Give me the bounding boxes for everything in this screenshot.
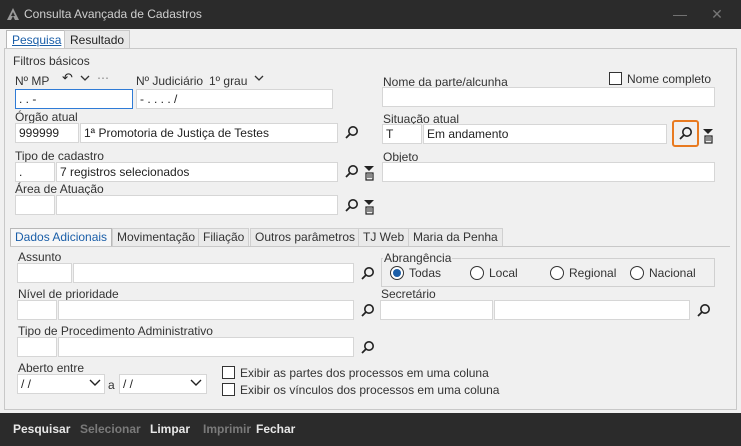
close-icon[interactable]: ✕ — [706, 4, 728, 24]
tab-pesquisa[interactable]: Pesquisa — [6, 30, 68, 49]
aberto-from-value: / / — [21, 377, 32, 391]
tab-resultado-label: Resultado — [70, 33, 125, 47]
bottom-toolbar: Pesquisar Selecionar Limpar Imprimir Fec… — [0, 413, 741, 446]
fechar-button[interactable]: Fechar — [256, 422, 295, 436]
assunto-search-icon[interactable] — [360, 266, 376, 282]
subtab-movimentacao[interactable]: Movimentação — [112, 228, 201, 246]
subtab-tj-web[interactable]: TJ Web — [358, 228, 410, 246]
assunto-label: Assunto — [18, 250, 62, 264]
aberto-sep-label: a — [108, 378, 115, 392]
tipo-cadastro-label: Tipo de cadastro — [15, 149, 104, 163]
aberto-to-value: / / — [123, 377, 134, 391]
radio-todas[interactable] — [390, 266, 404, 280]
radio-regional-label: Regional — [569, 266, 617, 280]
radio-regional[interactable] — [550, 266, 564, 280]
imprimir-button[interactable]: Imprimir — [203, 422, 251, 436]
aberto-from-chevron-down-icon[interactable] — [89, 379, 101, 387]
procedimento-code-input[interactable] — [17, 337, 57, 357]
radio-todas-label: Todas — [409, 266, 442, 280]
orgao-code-input[interactable]: 999999 — [15, 123, 79, 143]
judiciario-input[interactable]: - . . . . / — [136, 89, 333, 109]
sub-tabs: Dados Adicionais Movimentação Filiação O… — [10, 228, 730, 246]
aberto-label: Aberto entre — [18, 361, 85, 375]
aberto-to-chevron-down-icon[interactable] — [190, 379, 202, 387]
situacao-filter-icon[interactable] — [702, 128, 714, 144]
secretario-name-input[interactable] — [494, 300, 690, 320]
radio-nacional[interactable] — [630, 266, 644, 280]
radio-nacional-label: Nacional — [649, 266, 696, 280]
secretario-label: Secretário — [381, 287, 436, 301]
objeto-input[interactable] — [382, 162, 715, 182]
chevron-down-icon[interactable] — [80, 74, 90, 82]
assunto-code-input[interactable] — [17, 263, 72, 283]
prioridade-code-input[interactable] — [17, 300, 57, 320]
exibir-partes-checkbox[interactable] — [222, 366, 235, 379]
subtab-maria-da-penha[interactable]: Maria da Penha — [408, 228, 503, 246]
tipo-cadastro-name-input[interactable]: 7 registros selecionados — [56, 162, 338, 182]
area-search-icon[interactable] — [344, 198, 360, 214]
nome-completo-label: Nome completo — [627, 72, 712, 86]
grau-select[interactable]: 1º grau — [209, 74, 247, 88]
area-filter-icon[interactable] — [363, 199, 375, 215]
tipo-cadastro-search-icon[interactable] — [344, 164, 360, 180]
abrangencia-label: Abrangência — [383, 251, 453, 265]
subtab-outros-parametros[interactable]: Outros parâmetros — [250, 228, 361, 246]
window-title: Consulta Avançada de Cadastros — [24, 7, 202, 21]
subtab-dados-adicionais[interactable]: Dados Adicionais — [10, 228, 113, 246]
exibir-partes-label: Exibir as partes dos processos em uma co… — [240, 366, 489, 380]
undo-icon[interactable]: ↶ — [62, 70, 73, 86]
exibir-vinculos-label: Exibir os vínculos dos processos em uma … — [240, 383, 500, 397]
situacao-search-icon[interactable] — [678, 126, 694, 142]
tipo-cadastro-filter-icon[interactable] — [363, 165, 375, 181]
judiciario-label: Nº Judiciário — [136, 74, 204, 88]
more-icon[interactable]: ⋯ — [97, 71, 109, 85]
orgao-name-input[interactable]: 1ª Promotoria de Justiça de Testes — [80, 123, 338, 143]
pesquisar-button[interactable]: Pesquisar — [13, 422, 70, 436]
radio-local[interactable] — [470, 266, 484, 280]
radio-local-label: Local — [489, 266, 518, 280]
exibir-vinculos-checkbox[interactable] — [222, 383, 235, 396]
situacao-name-input[interactable]: Em andamento — [423, 124, 667, 144]
procedimento-label: Tipo de Procedimento Administrativo — [18, 324, 213, 338]
tab-resultado[interactable]: Resultado — [64, 30, 131, 49]
situacao-code-input[interactable]: T — [382, 124, 422, 144]
procedimento-search-icon[interactable] — [360, 340, 376, 356]
procedimento-name-input[interactable] — [58, 337, 354, 357]
minimize-icon[interactable]: — — [669, 4, 691, 24]
title-bar: Consulta Avançada de Cadastros — ✕ — [0, 0, 741, 29]
tipo-cadastro-code-input[interactable]: . — [15, 162, 55, 182]
prioridade-label: Nível de prioridade — [18, 287, 119, 301]
secretario-code-input[interactable] — [380, 300, 493, 320]
filtros-group-title: Filtros básicos — [13, 54, 90, 68]
selecionar-button[interactable]: Selecionar — [80, 422, 141, 436]
subtab-filiacao[interactable]: Filiação — [198, 228, 250, 246]
limpar-button[interactable]: Limpar — [150, 422, 190, 436]
situacao-search-button[interactable] — [672, 120, 699, 147]
main-tabs: Pesquisa Resultado — [0, 29, 741, 49]
nmp-input[interactable]: . . - — [15, 89, 133, 109]
nome-completo-checkbox[interactable] — [609, 72, 622, 85]
nome-parte-input[interactable] — [382, 87, 715, 107]
area-name-input[interactable] — [56, 195, 338, 215]
tab-pesquisa-label: Pesquisa — [12, 33, 62, 47]
secretario-search-icon[interactable] — [696, 303, 712, 319]
grau-chevron-down-icon[interactable] — [254, 74, 264, 82]
area-code-input[interactable] — [15, 195, 55, 215]
prioridade-search-icon[interactable] — [360, 303, 376, 319]
orgao-search-icon[interactable] — [344, 125, 360, 141]
app-logo-icon — [7, 8, 19, 20]
area-label: Área de Atuação — [15, 182, 104, 196]
assunto-name-input[interactable] — [73, 263, 354, 283]
nmp-label: Nº MP — [15, 74, 50, 88]
prioridade-name-input[interactable] — [58, 300, 354, 320]
orgao-label: Órgão atual — [15, 110, 78, 124]
